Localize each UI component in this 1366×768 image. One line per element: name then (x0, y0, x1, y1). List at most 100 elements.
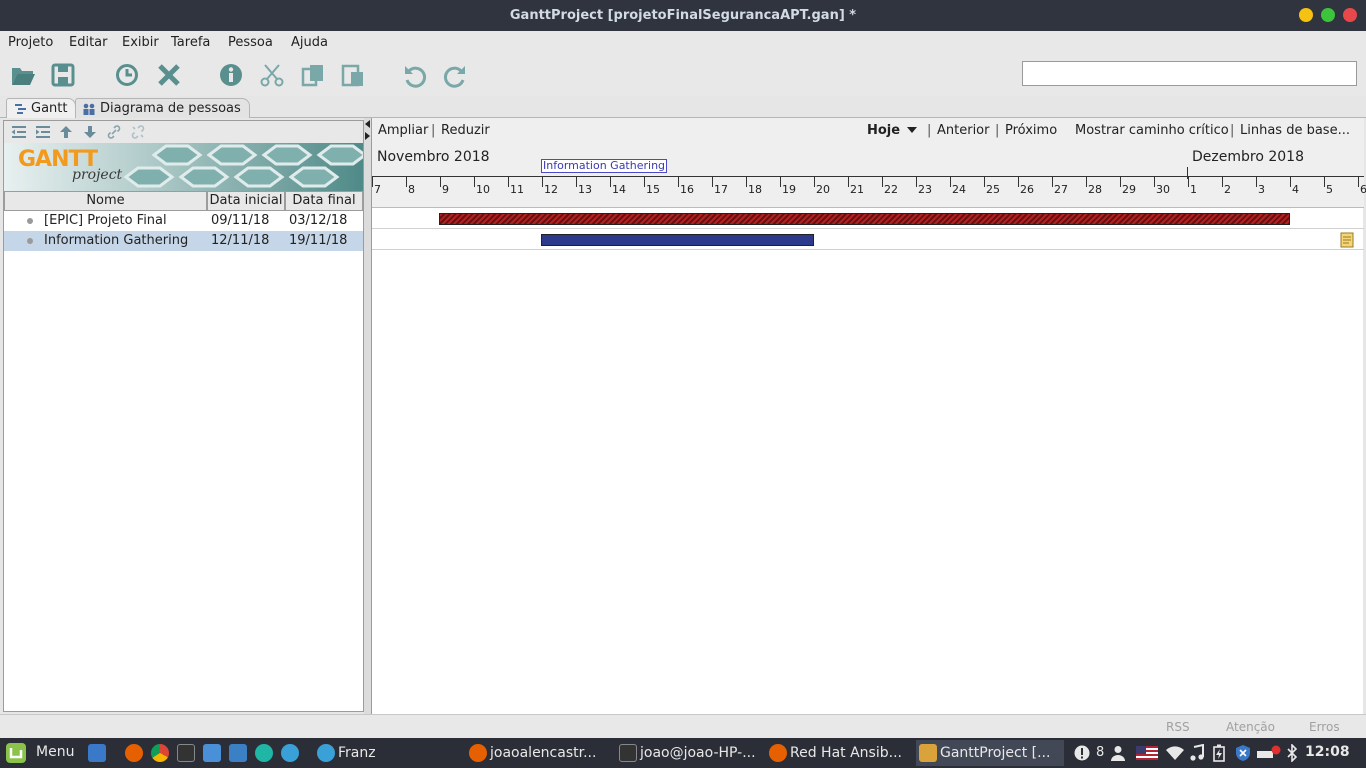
undo-icon[interactable] (402, 62, 428, 88)
note-icon[interactable] (1340, 232, 1354, 248)
task-bar[interactable] (541, 234, 814, 246)
errors-status[interactable]: Erros (1309, 720, 1340, 734)
tab-gantt[interactable]: Gantt (6, 98, 77, 118)
previous-link[interactable]: Anterior (937, 123, 989, 138)
column-header-end-date[interactable]: Data final (285, 191, 363, 211)
app-launcher-icon[interactable] (255, 744, 273, 762)
firefox-launcher-icon[interactable] (125, 744, 143, 762)
taskbar-window-firefox[interactable]: joaoalencastr... (466, 740, 614, 766)
maximize-button[interactable] (1321, 8, 1335, 22)
baselines-link[interactable]: Linhas de base... (1240, 123, 1350, 138)
open-folder-icon[interactable] (10, 62, 36, 88)
critical-path-link[interactable]: Mostrar caminho crítico (1075, 123, 1229, 138)
clock[interactable]: 12:08 (1305, 744, 1350, 760)
user-icon[interactable] (1111, 745, 1125, 761)
day-label: 19 (782, 183, 796, 196)
indent-icon[interactable] (35, 125, 51, 139)
menu-pessoa[interactable]: Pessoa (228, 35, 273, 50)
menu-projeto[interactable]: Projeto (8, 35, 53, 50)
tab-resource-chart[interactable]: Diagrama de pessoas (75, 98, 250, 118)
bluetooth-icon[interactable] (1286, 744, 1298, 762)
day-label: 1 (1190, 183, 1197, 196)
paste-icon[interactable] (340, 62, 366, 88)
shield-icon[interactable] (1235, 744, 1251, 762)
collapse-arrows-icon[interactable] (364, 118, 371, 142)
outdent-icon[interactable] (11, 125, 27, 139)
taskbar-window-franz[interactable]: Franz (314, 740, 462, 766)
link-icon[interactable] (107, 125, 121, 139)
day-tick (644, 177, 645, 187)
search-input[interactable] (1022, 61, 1357, 86)
alert-icon[interactable] (1074, 745, 1090, 761)
day-label: 3 (1258, 183, 1265, 196)
save-icon[interactable] (50, 62, 76, 88)
minimize-button[interactable] (1299, 8, 1313, 22)
menu-ajuda[interactable]: Ajuda (291, 35, 328, 50)
taskbar-window-firefox-redhat[interactable]: Red Hat Ansib... (766, 740, 914, 766)
menu-bar: Projeto Editar Exibir Tarefa Pessoa Ajud… (0, 31, 1366, 54)
timeline-header: Novembro 2018 Dezembro 2018 Information … (372, 146, 1366, 208)
music-note-icon[interactable] (1190, 744, 1204, 762)
start-menu-label[interactable]: Menu (36, 744, 74, 760)
nav-separator: | (1230, 123, 1235, 138)
franz-launcher-icon[interactable] (281, 744, 299, 762)
attention-status[interactable]: Atenção (1226, 720, 1275, 734)
taskbar-window-ganttproject[interactable]: GanttProject [... (916, 740, 1064, 766)
day-label: 4 (1292, 183, 1299, 196)
ganttproject-logo-banner: GANTT project (4, 143, 363, 191)
redo-icon[interactable] (442, 62, 468, 88)
day-label: 11 (510, 183, 524, 196)
timeline-axis (372, 176, 1364, 177)
day-tick (1120, 177, 1121, 187)
menu-tarefa[interactable]: Tarefa (171, 35, 210, 50)
day-label: 16 (680, 183, 694, 196)
taskbar-window-terminal[interactable]: joao@joao-HP-... (616, 740, 764, 766)
move-down-icon[interactable] (83, 125, 97, 139)
info-icon[interactable] (218, 62, 244, 88)
menu-exibir[interactable]: Exibir (122, 35, 159, 50)
next-link[interactable]: Próximo (1005, 123, 1057, 138)
day-label: 21 (850, 183, 864, 196)
day-tick (372, 177, 373, 187)
task-tree-toolbar (4, 121, 363, 143)
show-desktop-icon[interactable] (88, 744, 106, 762)
epic-task-bar[interactable] (439, 213, 1290, 225)
task-start-date: 09/11/18 (211, 213, 270, 228)
task-row[interactable]: [EPIC] Projeto Final 09/11/18 03/12/18 (4, 211, 363, 231)
zoom-out-link[interactable]: Reduzir (441, 123, 490, 138)
rss-status[interactable]: RSS (1166, 720, 1190, 734)
today-button[interactable]: Hoje (867, 123, 900, 138)
copy-icon[interactable] (300, 62, 326, 88)
task-row-selected[interactable]: Information Gathering 12/11/18 19/11/18 (4, 231, 363, 251)
battery-icon[interactable] (1213, 744, 1225, 762)
cut-icon[interactable] (259, 62, 285, 88)
chrome-launcher-icon[interactable] (151, 744, 169, 762)
close-button[interactable] (1343, 8, 1357, 22)
chevron-down-icon[interactable] (907, 127, 917, 134)
network-icon[interactable] (1256, 745, 1282, 761)
day-label: 29 (1122, 183, 1136, 196)
menu-editar[interactable]: Editar (69, 35, 108, 50)
mint-logo-icon[interactable] (5, 742, 27, 764)
files-launcher-icon[interactable] (203, 744, 221, 762)
people-icon (83, 103, 95, 115)
unlink-icon[interactable] (131, 125, 145, 139)
day-label: 27 (1054, 183, 1068, 196)
clock-icon[interactable] (114, 62, 140, 88)
firefox-icon (469, 744, 487, 762)
delete-icon[interactable] (156, 62, 182, 88)
terminal-launcher-icon[interactable] (177, 744, 195, 762)
wifi-icon[interactable] (1166, 746, 1184, 760)
day-label: 28 (1088, 183, 1102, 196)
column-header-start-date[interactable]: Data inicial (207, 191, 285, 211)
day-tick (1018, 177, 1019, 187)
task-name: [EPIC] Projeto Final (44, 213, 167, 228)
zoom-in-link[interactable]: Ampliar (378, 123, 428, 138)
column-header-name[interactable]: Nome (4, 191, 207, 211)
monitor-launcher-icon[interactable] (229, 744, 247, 762)
move-up-icon[interactable] (59, 125, 73, 139)
franz-icon (317, 744, 335, 762)
panel-splitter[interactable] (364, 118, 371, 714)
day-tick (1256, 177, 1257, 187)
us-flag-icon[interactable] (1136, 746, 1158, 760)
